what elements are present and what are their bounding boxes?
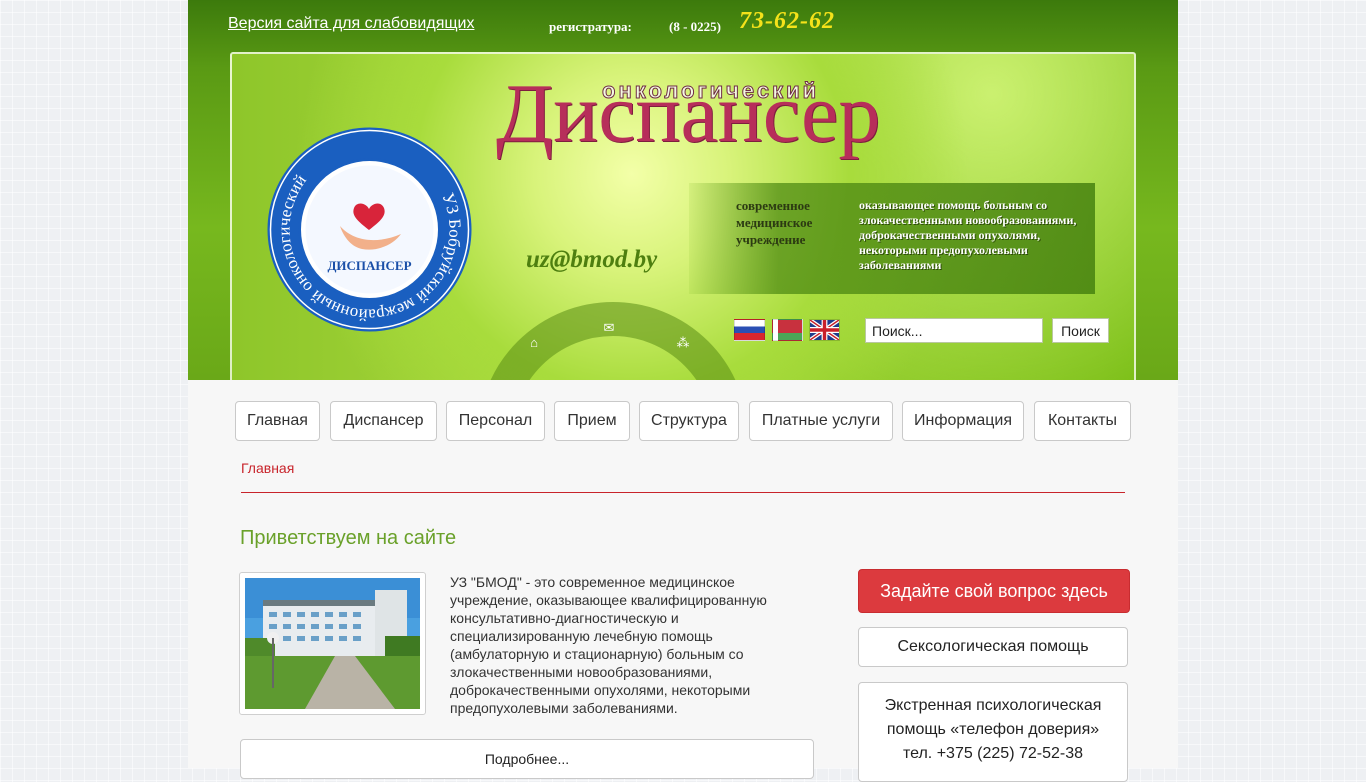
building-photo (239, 572, 426, 715)
seal-center-text: ДИСПАНСЕР (327, 258, 411, 273)
hotline-title-line1: Экстренная психологическая (884, 697, 1102, 714)
sexology-help-button[interactable]: Сексологическая помощь (858, 627, 1128, 667)
title-dispensary: Диспансер (496, 67, 881, 160)
flag-ru-icon[interactable] (734, 319, 765, 341)
hotline-phone: тел. +375 (225) 72-52-38 (902, 745, 1084, 762)
hotline-box[interactable]: Экстренная психологическая помощь «телеф… (858, 682, 1128, 782)
nav-home[interactable]: Главная (235, 401, 320, 441)
registry-label: регистратура: (549, 19, 632, 34)
low-vision-version-link[interactable]: Версия сайта для слабовидящих (228, 15, 474, 33)
read-more-button[interactable]: Подробнее... (240, 739, 814, 779)
flag-en-icon[interactable] (809, 319, 840, 341)
description-detail: оказывающее помощь больным со злокачеств… (859, 198, 1077, 272)
nav-information[interactable]: Информация (902, 401, 1024, 441)
dispensary-seal-logo[interactable]: УЗ Бобруйский межрайонный онкологический… (266, 126, 473, 333)
nav-contacts[interactable]: Контакты (1034, 401, 1131, 441)
breadcrumb-divider (241, 492, 1125, 493)
flag-by-icon[interactable] (772, 319, 803, 341)
registry-phone-code: (8 - 0225) (669, 19, 721, 34)
search-input[interactable] (865, 318, 1043, 343)
nav-paid-services[interactable]: Платные услуги (749, 401, 893, 441)
intro-paragraph: УЗ "БМОД" - это современное медицинское … (450, 574, 767, 716)
home-icon[interactable]: ⌂ (525, 334, 543, 352)
registry-phone-number: 73-62-62 (739, 8, 835, 34)
ask-question-button[interactable]: Задайте свой вопрос здесь (858, 569, 1130, 613)
sitemap-icon[interactable]: ⁂ (674, 334, 692, 352)
nav-reception[interactable]: Прием (554, 401, 630, 441)
hotline-title-line2: помощь «телефон доверия» (886, 721, 1100, 738)
email-address[interactable]: uz@bmod.by (526, 246, 657, 274)
nav-structure[interactable]: Структура (639, 401, 739, 441)
nav-dispensary[interactable]: Диспансер (330, 401, 437, 441)
decorative-arc (478, 302, 748, 380)
search-button[interactable]: Поиск (1052, 318, 1109, 343)
page-heading: Приветствуем на сайте (240, 527, 457, 549)
mail-icon[interactable]: ✉ (600, 319, 618, 337)
description-lead: современное медицинское учреждение (736, 198, 813, 247)
nav-staff[interactable]: Персонал (446, 401, 545, 441)
breadcrumb[interactable]: Главная (241, 460, 294, 476)
